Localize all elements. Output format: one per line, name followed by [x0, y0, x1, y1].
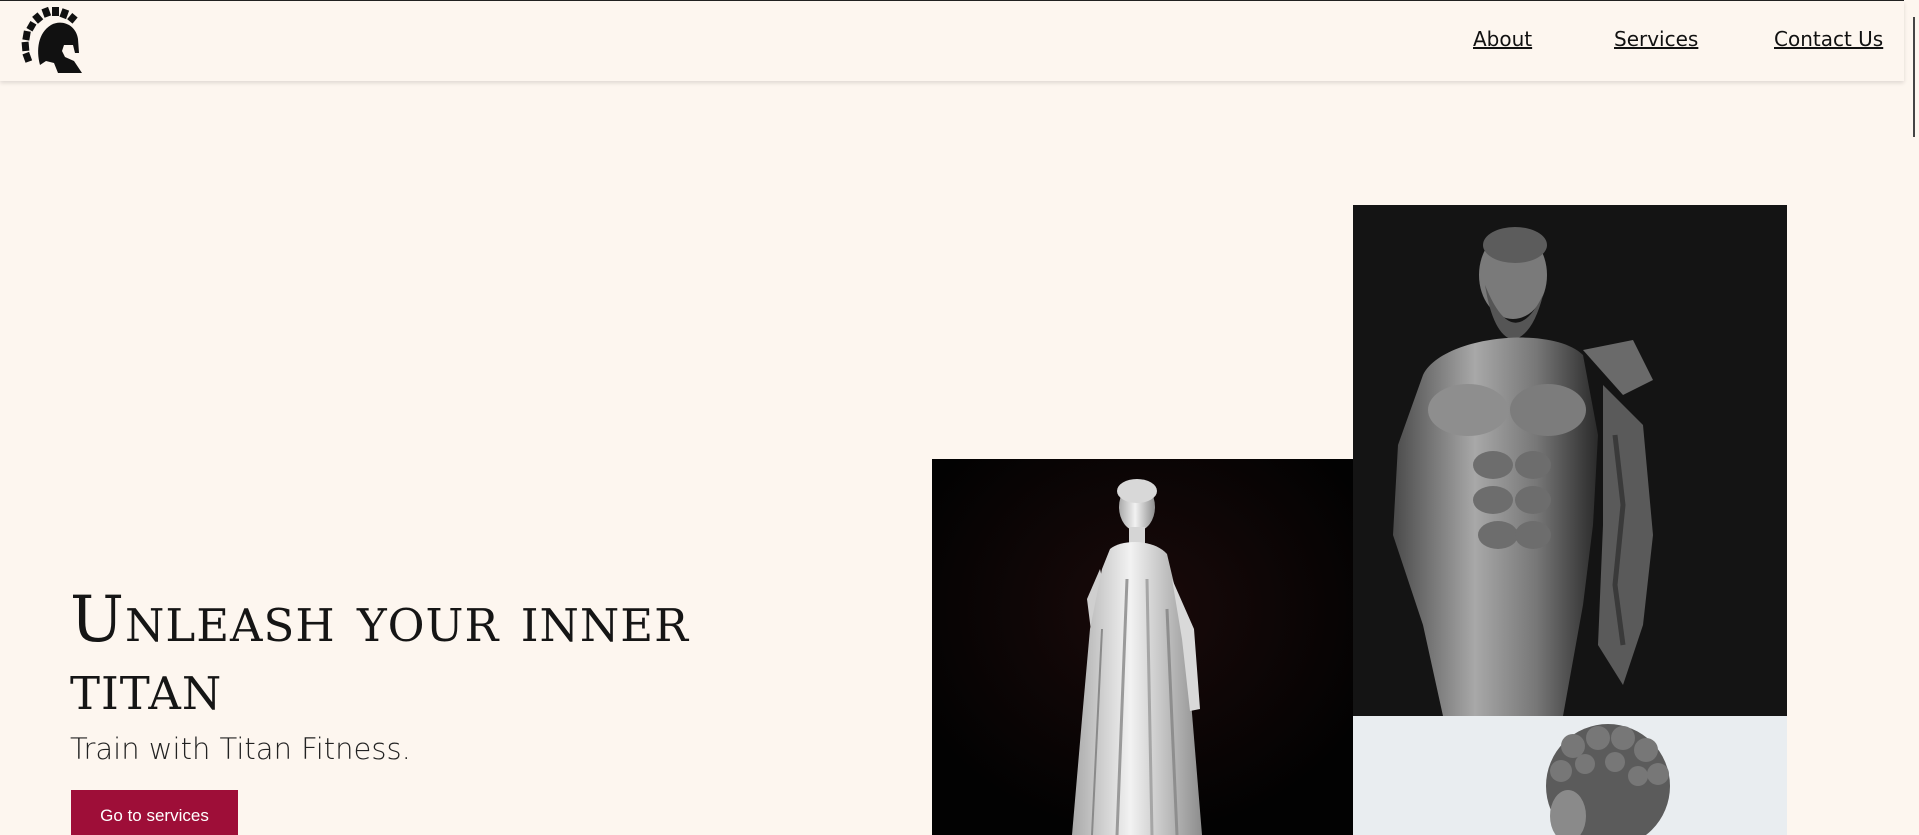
nav-link-contact[interactable]: Contact Us — [1774, 27, 1883, 51]
nav-link-services[interactable]: Services — [1614, 27, 1698, 51]
statue-hercules-image — [1353, 205, 1787, 716]
statue-woman-image — [932, 459, 1353, 835]
nav-link-about[interactable]: About — [1473, 27, 1532, 51]
go-to-services-button[interactable]: Go to services — [71, 790, 238, 835]
page: About Services Contact Us Unleash your i… — [0, 0, 1919, 835]
scrollbar-thumb[interactable] — [1913, 17, 1915, 137]
page-scrollbar[interactable] — [1904, 0, 1919, 835]
statue-bust-image — [1353, 716, 1787, 835]
site-header: About Services Contact Us — [0, 1, 1904, 81]
hero-subtitle: Train with Titan Fitness. — [70, 732, 411, 766]
hero-title: Unleash your inner titan — [70, 583, 689, 725]
spartan-helmet-icon[interactable] — [18, 5, 84, 73]
